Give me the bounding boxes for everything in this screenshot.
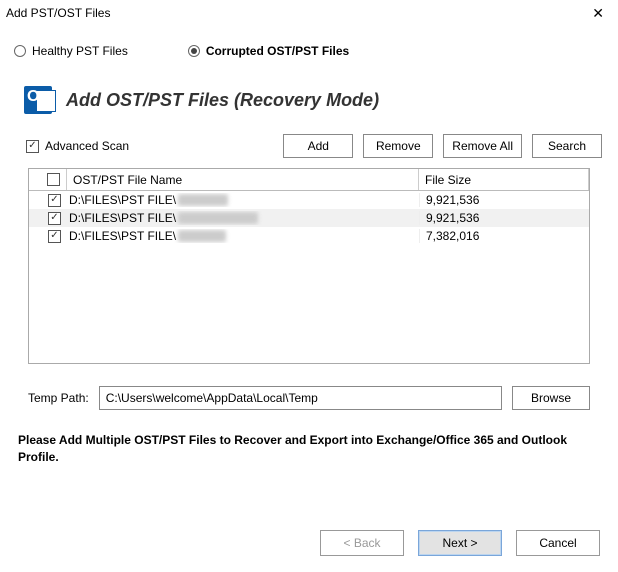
row-checkbox[interactable] [48, 194, 61, 207]
checkbox-icon [47, 173, 60, 186]
filename-redacted [178, 230, 226, 242]
header-select-all[interactable] [29, 169, 67, 190]
table-row[interactable]: D:\FILES\PST FILE\ 9,921,536 [29, 191, 589, 209]
file-size: 7,382,016 [419, 229, 589, 243]
heading-row: Add OST/PST Files (Recovery Mode) [10, 76, 608, 134]
table-row[interactable]: D:\FILES\PST FILE\ 9,921,536 [29, 209, 589, 227]
radio-label: Healthy PST Files [32, 44, 128, 58]
page-title: Add OST/PST Files (Recovery Mode) [66, 90, 379, 111]
table-row[interactable]: D:\FILES\PST FILE\ 7,382,016 [29, 227, 589, 245]
file-size: 9,921,536 [419, 193, 589, 207]
file-path: D:\FILES\PST FILE\ [69, 193, 176, 207]
file-size: 9,921,536 [419, 211, 589, 225]
advanced-scan-label: Advanced Scan [45, 139, 129, 153]
temp-path-input[interactable] [99, 386, 502, 410]
temp-path-label: Temp Path: [28, 391, 89, 405]
column-header-size[interactable]: File Size [419, 169, 589, 190]
advanced-scan-checkbox[interactable]: Advanced Scan [26, 139, 129, 153]
filename-redacted [178, 212, 258, 224]
radio-corrupted-ost-pst[interactable]: Corrupted OST/PST Files [188, 44, 349, 58]
outlook-icon [24, 86, 52, 114]
close-icon[interactable]: ✕ [586, 5, 610, 22]
radio-icon [188, 45, 200, 57]
file-path: D:\FILES\PST FILE\ [69, 211, 176, 225]
add-button[interactable]: Add [283, 134, 353, 158]
cancel-button[interactable]: Cancel [516, 530, 600, 556]
radio-label: Corrupted OST/PST Files [206, 44, 349, 58]
radio-healthy-pst[interactable]: Healthy PST Files [14, 44, 128, 58]
file-table: OST/PST File Name File Size D:\FILES\PST… [28, 168, 590, 364]
file-path: D:\FILES\PST FILE\ [69, 229, 176, 243]
remove-button[interactable]: Remove [363, 134, 433, 158]
checkbox-icon [26, 140, 39, 153]
column-header-name[interactable]: OST/PST File Name [67, 169, 419, 190]
radio-icon [14, 45, 26, 57]
footer-buttons: < Back Next > Cancel [0, 518, 618, 572]
remove-all-button[interactable]: Remove All [443, 134, 522, 158]
search-button[interactable]: Search [532, 134, 602, 158]
row-checkbox[interactable] [48, 230, 61, 243]
filename-redacted [178, 194, 228, 206]
browse-button[interactable]: Browse [512, 386, 590, 410]
window-title: Add PST/OST Files [6, 6, 110, 20]
back-button: < Back [320, 530, 404, 556]
row-checkbox[interactable] [48, 212, 61, 225]
titlebar: Add PST/OST Files ✕ [0, 0, 618, 24]
next-button[interactable]: Next > [418, 530, 502, 556]
instruction-note: Please Add Multiple OST/PST Files to Rec… [10, 420, 608, 467]
file-type-radiogroup: Healthy PST Files Corrupted OST/PST File… [10, 24, 608, 76]
